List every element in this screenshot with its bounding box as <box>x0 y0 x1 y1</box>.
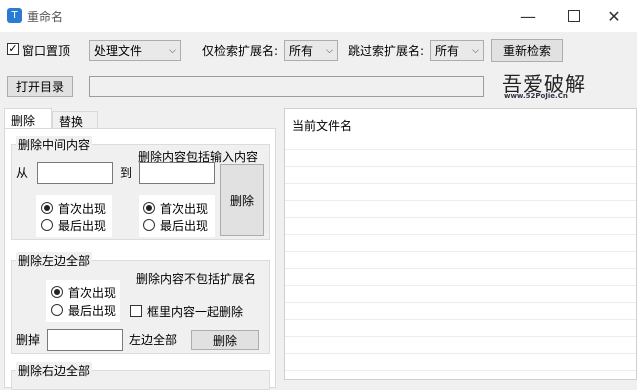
only-ext-value: 所有 <box>289 44 314 58</box>
delete-middle-title: 删除中间内容 <box>16 136 93 153</box>
app-icon: T <box>7 8 22 23</box>
to-last-label: 最后出现 <box>160 219 209 233</box>
logo-url: www.52PoJie.Cn <box>504 92 568 100</box>
file-list[interactable]: 当前文件名 <box>284 108 637 380</box>
topmost-label: 窗口置顶 <box>22 44 71 58</box>
research-button[interactable]: 重新检索 <box>491 39 563 62</box>
list-row-divider <box>285 370 636 371</box>
from-first-radio[interactable] <box>41 202 53 214</box>
minimize-icon[interactable]: — <box>505 0 551 32</box>
to-first-label: 首次出现 <box>160 202 209 216</box>
list-row-divider <box>285 183 636 184</box>
from-first-label: 首次出现 <box>58 202 107 216</box>
tab-delete[interactable]: 删除 <box>4 108 52 129</box>
chevron-down-icon: ⌵ <box>472 45 479 56</box>
skip-ext-select[interactable]: 所有 ⌵ <box>430 40 484 61</box>
chevron-down-icon: ⌵ <box>326 45 333 56</box>
skip-ext-label: 跳过索扩展名: <box>348 44 425 58</box>
to-label: 到 <box>120 166 133 180</box>
to-first-radio[interactable] <box>143 202 155 214</box>
delete-right-title: 删除右边全部 <box>16 362 93 379</box>
close-icon[interactable]: ✕ <box>591 0 637 32</box>
to-input[interactable] <box>139 162 215 184</box>
tab-replace[interactable]: 替换 <box>52 111 98 129</box>
path-field[interactable] <box>89 76 484 97</box>
delete-left-button[interactable]: 删除 <box>191 330 259 350</box>
delete-left-title: 删除左边全部 <box>16 252 93 269</box>
list-row-divider <box>285 251 636 252</box>
exclude-ext-label: 删除内容不包括扩展名 <box>136 272 257 286</box>
remove-label: 删掉 <box>16 333 41 347</box>
list-row-divider <box>285 217 636 218</box>
from-input[interactable] <box>37 162 113 184</box>
list-row-divider <box>285 302 636 303</box>
mode-select[interactable]: 处理文件 ⌵ <box>89 40 181 61</box>
list-row-divider <box>285 234 636 235</box>
from-label: 从 <box>16 166 29 180</box>
inner-content-checkbox[interactable] <box>130 305 142 317</box>
topmost-checkbox[interactable]: ✓ <box>7 43 19 55</box>
list-row-divider <box>285 336 636 337</box>
list-row-divider <box>285 166 636 167</box>
mode-select-value: 处理文件 <box>94 44 143 58</box>
inner-content-label: 框里内容一起删除 <box>147 305 244 319</box>
remove-input[interactable] <box>47 329 123 351</box>
left-first-label: 首次出现 <box>68 286 117 300</box>
list-row-divider <box>285 200 636 201</box>
from-last-radio[interactable] <box>41 219 53 231</box>
logo: 吾爱破解 www.52PoJie.Cn <box>498 68 600 102</box>
tab-delete-label: 删除 <box>11 114 36 128</box>
only-ext-select[interactable]: 所有 ⌵ <box>284 40 338 61</box>
left-all-label: 左边全部 <box>129 333 178 347</box>
only-ext-label: 仅检索扩展名: <box>202 44 279 58</box>
left-last-radio[interactable] <box>51 304 63 316</box>
delete-middle-button[interactable]: 删除 <box>220 164 264 236</box>
file-list-header: 当前文件名 <box>292 119 353 133</box>
list-row-divider <box>285 353 636 354</box>
open-dir-button[interactable]: 打开目录 <box>7 76 73 97</box>
list-row-divider <box>285 285 636 286</box>
window-title: 重命名 <box>27 10 64 24</box>
to-last-radio[interactable] <box>143 219 155 231</box>
skip-ext-value: 所有 <box>435 44 460 58</box>
list-row-divider <box>285 268 636 269</box>
left-last-label: 最后出现 <box>68 304 117 318</box>
list-row-divider <box>285 149 636 150</box>
chevron-down-icon: ⌵ <box>169 45 176 56</box>
list-row-divider <box>285 319 636 320</box>
left-first-radio[interactable] <box>51 286 63 298</box>
from-last-label: 最后出现 <box>58 219 107 233</box>
